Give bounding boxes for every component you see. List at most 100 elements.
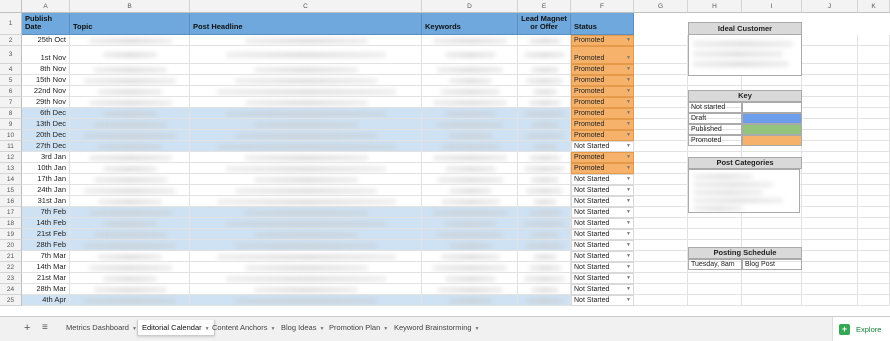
- blurred-cell[interactable]: [518, 262, 571, 273]
- empty-cell[interactable]: [802, 284, 858, 295]
- empty-cell[interactable]: [802, 185, 858, 196]
- status-dropdown[interactable]: Promoted ▼: [571, 130, 634, 141]
- blurred-cell[interactable]: [518, 284, 571, 295]
- blurred-cell[interactable]: [190, 295, 422, 306]
- empty-cell[interactable]: [634, 185, 688, 196]
- empty-cell[interactable]: [858, 108, 890, 119]
- blurred-cell[interactable]: [518, 97, 571, 108]
- dropdown-arrow-icon[interactable]: ▼: [626, 154, 631, 160]
- status-dropdown[interactable]: Not Started ▼: [571, 262, 634, 273]
- column-header-b[interactable]: B: [70, 0, 190, 13]
- row-header-9[interactable]: 9: [0, 119, 22, 130]
- blurred-cell[interactable]: [190, 119, 422, 130]
- blurred-cell[interactable]: [422, 273, 518, 284]
- status-dropdown[interactable]: Not Started ▼: [571, 273, 634, 284]
- empty-cell[interactable]: [858, 273, 890, 284]
- blurred-cell[interactable]: [422, 130, 518, 141]
- status-dropdown[interactable]: Not Started ▼: [571, 185, 634, 196]
- publish-date-cell[interactable]: 31st Jan: [22, 196, 70, 207]
- blurred-cell[interactable]: [518, 35, 571, 46]
- empty-cell[interactable]: [634, 240, 688, 251]
- empty-cell[interactable]: [858, 119, 890, 130]
- blurred-cell[interactable]: [190, 284, 422, 295]
- empty-cell[interactable]: [688, 295, 742, 306]
- publish-date-cell[interactable]: 3rd Jan: [22, 152, 70, 163]
- blurred-cell[interactable]: [70, 163, 190, 174]
- dropdown-arrow-icon[interactable]: ▼: [626, 253, 631, 259]
- blurred-cell[interactable]: [422, 119, 518, 130]
- column-header-f[interactable]: F: [571, 0, 634, 13]
- status-dropdown[interactable]: Not Started ▼: [571, 229, 634, 240]
- blurred-cell[interactable]: [422, 64, 518, 75]
- empty-cell[interactable]: [858, 218, 890, 229]
- row-header-20[interactable]: 20: [0, 240, 22, 251]
- status-dropdown[interactable]: Promoted ▼: [571, 75, 634, 86]
- posting-schedule-day[interactable]: Tuesday, 8am: [688, 259, 742, 270]
- empty-cell[interactable]: [802, 130, 858, 141]
- blurred-cell[interactable]: [518, 75, 571, 86]
- empty-cell[interactable]: [858, 174, 890, 185]
- empty-cell[interactable]: [858, 64, 890, 75]
- publish-date-cell[interactable]: 27th Dec: [22, 141, 70, 152]
- blurred-cell[interactable]: [518, 273, 571, 284]
- empty-cell[interactable]: [802, 295, 858, 306]
- status-dropdown[interactable]: Not Started ▼: [571, 207, 634, 218]
- publish-date-cell[interactable]: 4th Apr: [22, 295, 70, 306]
- blurred-cell[interactable]: [422, 75, 518, 86]
- publish-date-cell[interactable]: 14th Feb: [22, 218, 70, 229]
- empty-cell[interactable]: [802, 86, 858, 97]
- empty-cell[interactable]: [742, 229, 802, 240]
- row-header-25[interactable]: 25: [0, 295, 22, 306]
- empty-cell[interactable]: [634, 196, 688, 207]
- blurred-cell[interactable]: [70, 86, 190, 97]
- all-sheets-menu-icon[interactable]: ≡: [42, 322, 48, 333]
- empty-cell[interactable]: [742, 273, 802, 284]
- blurred-cell[interactable]: [190, 64, 422, 75]
- dropdown-arrow-icon[interactable]: ▼: [626, 275, 631, 281]
- blurred-cell[interactable]: [70, 141, 190, 152]
- status-dropdown[interactable]: Promoted ▼: [571, 108, 634, 119]
- column-header-h[interactable]: H: [688, 0, 742, 13]
- blurred-cell[interactable]: [518, 174, 571, 185]
- empty-cell[interactable]: [858, 141, 890, 152]
- empty-cell[interactable]: [858, 229, 890, 240]
- blurred-cell[interactable]: [190, 273, 422, 284]
- sheet-tab-editorial-calendar[interactable]: Editorial Calendar ▼: [137, 320, 215, 336]
- blurred-cell[interactable]: [422, 141, 518, 152]
- empty-cell[interactable]: [634, 46, 688, 64]
- blurred-cell[interactable]: [422, 218, 518, 229]
- blurred-cell[interactable]: [422, 229, 518, 240]
- row-header-17[interactable]: 17: [0, 207, 22, 218]
- status-dropdown[interactable]: Promoted ▼: [571, 119, 634, 130]
- blurred-cell[interactable]: [70, 35, 190, 46]
- empty-cell[interactable]: [858, 46, 890, 64]
- status-dropdown[interactable]: Not Started ▼: [571, 218, 634, 229]
- blurred-cell[interactable]: [190, 108, 422, 119]
- dropdown-arrow-icon[interactable]: ▼: [626, 286, 631, 292]
- status-dropdown[interactable]: Promoted ▼: [571, 86, 634, 97]
- empty-cell[interactable]: [858, 185, 890, 196]
- status-dropdown[interactable]: Promoted ▼: [571, 46, 634, 64]
- dropdown-arrow-icon[interactable]: ▼: [626, 220, 631, 226]
- publish-date-cell[interactable]: 1st Nov: [22, 46, 70, 64]
- empty-cell[interactable]: [802, 152, 858, 163]
- empty-cell[interactable]: [802, 207, 858, 218]
- blurred-cell[interactable]: [422, 35, 518, 46]
- empty-cell[interactable]: [858, 196, 890, 207]
- empty-cell[interactable]: [802, 35, 858, 46]
- empty-cell[interactable]: [634, 141, 688, 152]
- dropdown-arrow-icon[interactable]: ▼: [626, 297, 631, 303]
- empty-cell[interactable]: [634, 119, 688, 130]
- publish-date-cell[interactable]: 29th Nov: [22, 97, 70, 108]
- status-dropdown[interactable]: Not Started ▼: [571, 240, 634, 251]
- blurred-cell[interactable]: [190, 207, 422, 218]
- row-header-12[interactable]: 12: [0, 152, 22, 163]
- empty-cell[interactable]: [802, 119, 858, 130]
- chevron-down-icon[interactable]: ▼: [383, 326, 388, 332]
- empty-cell[interactable]: [634, 273, 688, 284]
- blurred-cell[interactable]: [422, 86, 518, 97]
- row-header-24[interactable]: 24: [0, 284, 22, 295]
- row-header-6[interactable]: 6: [0, 86, 22, 97]
- blurred-cell[interactable]: [70, 295, 190, 306]
- blurred-cell[interactable]: [518, 207, 571, 218]
